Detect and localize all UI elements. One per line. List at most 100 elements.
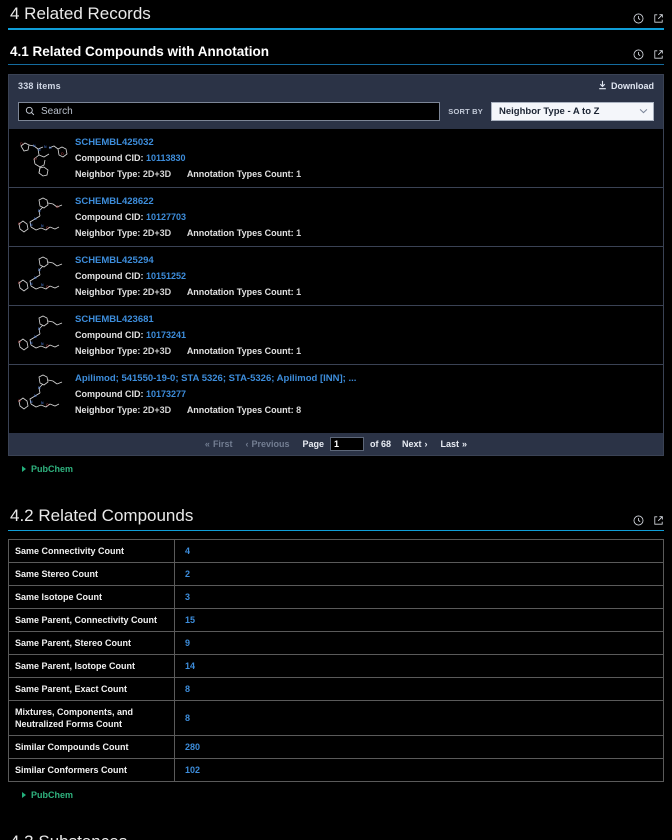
external-link-icon[interactable] — [653, 49, 664, 60]
compound-name-link[interactable]: SCHEMBL425032 — [75, 136, 301, 149]
pagination-previous-button[interactable]: ‹ Previous — [245, 439, 289, 449]
compound-name-link[interactable]: SCHEMBL428622 — [75, 195, 301, 208]
source-toggle[interactable]: PubChem — [8, 456, 664, 480]
row-value[interactable]: 280 — [174, 735, 664, 759]
compound-cid-link[interactable]: 10127703 — [146, 212, 186, 222]
pagination-next-button[interactable]: Next › — [402, 439, 428, 449]
triangle-right-icon — [22, 466, 26, 472]
svg-text:O: O — [18, 340, 21, 344]
compound-cid-label: Compound CID: — [75, 330, 144, 340]
compound-cid-link[interactable]: 10151252 — [146, 271, 186, 281]
row-label: Same Parent, Exact Count — [8, 677, 175, 701]
annotation-types-value: 1 — [296, 346, 302, 356]
row-label: Similar Conformers Count — [8, 758, 175, 782]
row-value[interactable]: 102 — [174, 758, 664, 782]
list-item[interactable]: NN NN OO SCHEMBL423681 Compound CID: 101… — [9, 306, 663, 365]
chevron-right-icon: › — [424, 439, 428, 449]
clock-help-icon[interactable] — [633, 49, 644, 60]
compound-cid-line: Compound CID: 10173241 — [75, 328, 301, 342]
compound-cid-link[interactable]: 10173241 — [146, 330, 186, 340]
compound-name-link[interactable]: SCHEMBL425294 — [75, 254, 301, 267]
svg-text:O: O — [18, 281, 21, 285]
compound-cid-line: Compound CID: 10151252 — [75, 269, 301, 283]
row-value[interactable]: 15 — [174, 608, 664, 632]
chevron-left-icon: ‹ — [245, 439, 249, 449]
pagination-previous-label: Previous — [251, 439, 290, 449]
row-label: Same Stereo Count — [8, 562, 175, 586]
source-label: PubChem — [31, 464, 74, 474]
compound-meta-line: Neighbor Type: 2D+3D Annotation Types Co… — [75, 167, 301, 181]
compound-structure-thumbnail: NN NN OO — [15, 371, 71, 417]
neighbor-type-value: 2D+3D — [142, 169, 172, 179]
svg-text:N: N — [41, 224, 44, 228]
neighbor-type-label: Neighbor Type: — [75, 405, 141, 415]
compound-meta-line: Neighbor Type: 2D+3D Annotation Types Co… — [75, 285, 301, 299]
annotation-types-label: Annotation Types Count: — [186, 405, 294, 415]
search-input[interactable]: Search — [18, 102, 441, 121]
compound-name-link[interactable]: SCHEMBL423681 — [75, 313, 301, 326]
compound-info: SCHEMBL428622 Compound CID: 10127703 Nei… — [75, 194, 301, 240]
svg-text:N: N — [44, 145, 47, 149]
panel-toolbar: 338 items Download — [9, 75, 663, 97]
section-4-3-substances: 4.3 Substances 4.3.1 Related Substances — [8, 828, 664, 840]
section-4-2-related-compounds: 4.2 Related Compounds Same Connectivity … — [8, 502, 664, 806]
double-chevron-right-icon: » — [462, 439, 468, 449]
section-4-1-header: 4.1 Related Compounds with Annotation — [8, 40, 664, 64]
compound-cid-line: Compound CID: 10173277 — [75, 387, 356, 401]
pagination-first-button[interactable]: « First — [205, 439, 233, 449]
download-label: Download — [611, 81, 654, 91]
row-value[interactable]: 4 — [174, 539, 664, 563]
svg-text:N: N — [30, 223, 33, 227]
annotation-types-value: 1 — [296, 228, 302, 238]
compound-name-link[interactable]: Apilimod; 541550-19-0; STA 5326; STA-532… — [75, 372, 356, 385]
download-button[interactable]: Download — [598, 80, 654, 92]
section-4-3-header: 4.3 Substances — [8, 828, 664, 840]
compound-cid-label: Compound CID: — [75, 212, 144, 222]
row-value[interactable]: 3 — [174, 585, 664, 609]
annotation-types-label: Annotation Types Count: — [186, 169, 294, 179]
row-value[interactable]: 2 — [174, 562, 664, 586]
compound-info: SCHEMBL425032 Compound CID: 10113830 Nei… — [75, 135, 301, 181]
compound-info: Apilimod; 541550-19-0; STA 5326; STA-532… — [75, 371, 356, 417]
compound-cid-label: Compound CID: — [75, 271, 144, 281]
list-item[interactable]: NN NN OO O SCHEMBL428622 Compound CID: 1… — [9, 188, 663, 247]
external-link-icon[interactable] — [653, 13, 664, 24]
row-value[interactable]: 9 — [174, 631, 664, 655]
pagination-next-label: Next — [402, 439, 422, 449]
table-row: Same Stereo Count 2 — [8, 562, 664, 586]
row-label: Same Parent, Stereo Count — [8, 631, 175, 655]
pagination-last-button[interactable]: Last » — [441, 439, 468, 449]
list-item[interactable]: NN NN OO O SCHEMBL425032 Compound CID: 1… — [9, 129, 663, 188]
clock-help-icon[interactable] — [633, 515, 644, 526]
svg-text:O: O — [20, 142, 23, 146]
svg-text:N: N — [41, 283, 44, 287]
row-label: Same Connectivity Count — [8, 539, 175, 563]
svg-text:O: O — [18, 399, 21, 403]
pagination-first-label: First — [212, 439, 233, 449]
download-icon — [598, 80, 607, 92]
sort-select[interactable]: Neighbor Type - A to Z — [491, 102, 654, 121]
pagination-page-input[interactable]: 1 — [330, 437, 364, 451]
row-value[interactable]: 14 — [174, 654, 664, 678]
annotation-types-label: Annotation Types Count: — [186, 228, 294, 238]
source-toggle[interactable]: PubChem — [8, 782, 664, 806]
compound-structure-thumbnail: NN NN OO O — [15, 135, 71, 181]
external-link-icon[interactable] — [653, 515, 664, 526]
annotation-types-value: 8 — [296, 405, 302, 415]
list-item[interactable]: NN NN OO SCHEMBL425294 Compound CID: 101… — [9, 247, 663, 306]
triangle-right-icon — [22, 792, 26, 798]
sort-by-label: SORT BY — [448, 107, 483, 116]
section-4-1-icon-group — [633, 49, 664, 64]
clock-help-icon[interactable] — [633, 13, 644, 24]
list-item[interactable]: NN NN OO Apilimod; 541550-19-0; STA 5326… — [9, 365, 663, 433]
search-icon — [25, 103, 35, 121]
section-4-icon-group — [633, 13, 664, 28]
row-label: Mixtures, Components, and Neutralized Fo… — [8, 700, 175, 736]
compound-meta-line: Neighbor Type: 2D+3D Annotation Types Co… — [75, 226, 301, 240]
row-value[interactable]: 8 — [174, 700, 664, 736]
compound-cid-link[interactable]: 10113830 — [146, 153, 186, 163]
table-row: Same Parent, Isotope Count 14 — [8, 654, 664, 678]
compound-cid-link[interactable]: 10173277 — [146, 389, 186, 399]
row-value[interactable]: 8 — [174, 677, 664, 701]
neighbor-type-value: 2D+3D — [142, 228, 172, 238]
